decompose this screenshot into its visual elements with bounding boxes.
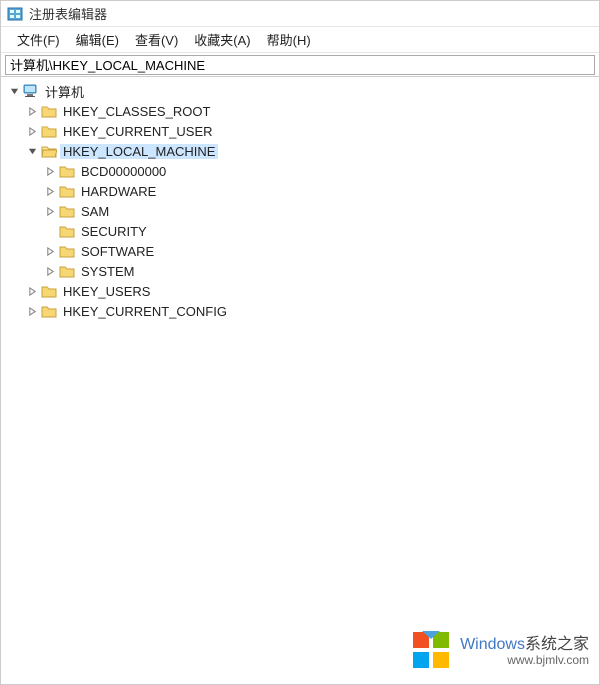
window-title: 注册表编辑器 <box>29 4 107 23</box>
tree-node-label: HKEY_LOCAL_MACHINE <box>60 144 218 159</box>
tree-node-label: 计算机 <box>42 82 87 101</box>
tree-node-security[interactable]: · SECURITY <box>1 221 599 241</box>
titlebar: 注册表编辑器 <box>1 1 599 27</box>
folder-icon <box>58 263 75 280</box>
tree-node-label: HARDWARE <box>78 184 159 199</box>
tree-node-computer[interactable]: 计算机 <box>1 81 599 101</box>
folder-icon <box>58 203 75 220</box>
tree-node-label: HKEY_CURRENT_CONFIG <box>60 304 230 319</box>
watermark-brand-en: Windows <box>460 636 525 653</box>
tree-node-hardware[interactable]: HARDWARE <box>1 181 599 201</box>
computer-icon <box>22 83 39 100</box>
addressbar <box>1 53 599 77</box>
folder-icon <box>58 223 75 240</box>
watermark-url: www.bjmlv.com <box>460 653 589 667</box>
watermark-logo-icon <box>410 629 452 674</box>
tree-node-label: HKEY_CURRENT_USER <box>60 124 216 139</box>
tree-node-hkcc[interactable]: HKEY_CURRENT_CONFIG <box>1 301 599 321</box>
tree-node-bcd[interactable]: BCD00000000 <box>1 161 599 181</box>
folder-icon <box>40 283 57 300</box>
folder-icon <box>40 123 57 140</box>
chevron-right-icon[interactable] <box>43 204 57 218</box>
menu-view[interactable]: 查看(V) <box>127 28 186 51</box>
tree-node-system[interactable]: SYSTEM <box>1 261 599 281</box>
watermark-brand-cn: 系统之家 <box>525 636 589 653</box>
chevron-right-icon[interactable] <box>25 284 39 298</box>
watermark-text: Windows系统之家 www.bjmlv.com <box>460 636 589 668</box>
chevron-down-icon[interactable] <box>7 84 21 98</box>
menubar: 文件(F) 编辑(E) 查看(V) 收藏夹(A) 帮助(H) <box>1 27 599 53</box>
tree-node-hku[interactable]: HKEY_USERS <box>1 281 599 301</box>
folder-open-icon <box>40 143 57 160</box>
folder-icon <box>58 163 75 180</box>
folder-icon <box>58 183 75 200</box>
chevron-right-icon[interactable] <box>43 184 57 198</box>
chevron-right-icon[interactable] <box>43 264 57 278</box>
folder-icon <box>40 103 57 120</box>
tree-node-label: HKEY_USERS <box>60 284 153 299</box>
menu-favorites[interactable]: 收藏夹(A) <box>186 28 258 51</box>
tree-node-label: SOFTWARE <box>78 244 157 259</box>
tree-node-hkcu[interactable]: HKEY_CURRENT_USER <box>1 121 599 141</box>
folder-icon <box>58 243 75 260</box>
address-input[interactable] <box>5 55 595 75</box>
tree-node-label: SECURITY <box>78 224 150 239</box>
chevron-right-icon[interactable] <box>25 104 39 118</box>
tree-node-hklm[interactable]: HKEY_LOCAL_MACHINE <box>1 141 599 161</box>
tree-node-hkcr[interactable]: HKEY_CLASSES_ROOT <box>1 101 599 121</box>
tree-node-label: HKEY_CLASSES_ROOT <box>60 104 213 119</box>
chevron-right-icon[interactable] <box>25 124 39 138</box>
chevron-right-icon[interactable] <box>43 244 57 258</box>
regedit-app-icon <box>7 6 23 22</box>
menu-edit[interactable]: 编辑(E) <box>68 28 127 51</box>
tree-node-software[interactable]: SOFTWARE <box>1 241 599 261</box>
tree-node-label: SYSTEM <box>78 264 137 279</box>
chevron-right-icon[interactable] <box>25 304 39 318</box>
watermark: Windows系统之家 www.bjmlv.com <box>410 629 589 674</box>
tree-node-sam[interactable]: SAM <box>1 201 599 221</box>
folder-icon <box>40 303 57 320</box>
tree-node-label: BCD00000000 <box>78 164 169 179</box>
tree-node-label: SAM <box>78 204 112 219</box>
chevron-right-icon[interactable] <box>43 164 57 178</box>
chevron-down-icon[interactable] <box>25 144 39 158</box>
menu-help[interactable]: 帮助(H) <box>259 28 319 51</box>
registry-tree[interactable]: 计算机 HKEY_CLASSES_ROOT HKEY_CURRENT_USER … <box>1 77 599 684</box>
menu-file[interactable]: 文件(F) <box>9 28 68 51</box>
